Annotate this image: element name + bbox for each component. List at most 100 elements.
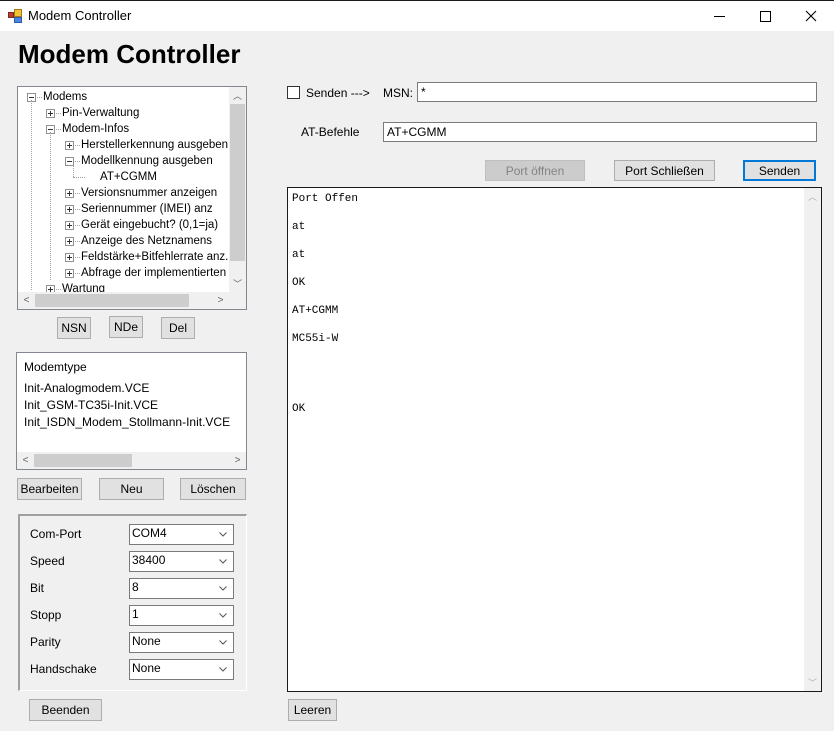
modemtype-list[interactable]: Modemtype Init-Analogmodem.VCE Init_GSM-… (16, 352, 247, 470)
tree-node-label: Abfrage der implementierten Fe (81, 267, 229, 279)
list-item[interactable]: Init_ISDN_Modem_Stollmann-Init.VCE (24, 415, 230, 429)
dropdown-value: None (132, 661, 161, 675)
port-setting-label: Com-Port (30, 527, 82, 541)
maximize-button[interactable] (742, 1, 788, 31)
output-line: OK (292, 277, 306, 289)
expand-icon[interactable] (65, 237, 74, 246)
tree-connector (75, 193, 80, 194)
window-title: Modem Controller (28, 8, 132, 23)
app-window-icon (8, 9, 22, 23)
scroll-left-icon[interactable]: < (18, 292, 35, 309)
send-checkbox[interactable] (287, 86, 300, 99)
new-button[interactable]: Neu (99, 478, 164, 500)
modem-command-tree[interactable]: Modems Pin-Verwaltung Modem-Infos Herstelle… (17, 86, 247, 310)
tree-node-label: Pin-Verwaltung (62, 107, 140, 119)
tree-vertical-scrollbar[interactable]: ︿ ﹀ (229, 87, 246, 292)
main-window: Modem Controller Modem Controller Modems… (0, 0, 834, 731)
list-item[interactable]: Init_GSM-TC35i-Init.VCE (24, 398, 158, 412)
at-command-input[interactable] (383, 122, 817, 142)
send-button[interactable]: Senden (743, 160, 816, 181)
output-line: at (292, 249, 306, 261)
tree-content: Modems Pin-Verwaltung Modem-Infos Herstelle… (18, 87, 229, 293)
dropdown-value: None (132, 634, 161, 648)
nsn-button[interactable]: NSN (57, 317, 91, 339)
scroll-up-icon[interactable]: ︿ (804, 188, 821, 205)
list-item[interactable]: Init-Analogmodem.VCE (24, 381, 149, 395)
nde-button[interactable]: NDe (109, 316, 143, 338)
tree-connector (75, 241, 80, 242)
at-commands-label: AT-Befehle (301, 125, 360, 139)
clear-button[interactable]: Leeren (288, 699, 337, 721)
dropdown-value: COM4 (132, 526, 167, 540)
output-textarea[interactable]: Port Offen at at OK AT+CGMM MC55i-W OK ︿ ﹀ (287, 187, 822, 692)
port-settings-group: Com-Port COM4 Speed 38400 Bit 8 Stopp 1 Parity No… (18, 514, 247, 691)
tree-horizontal-scrollbar[interactable]: < > (18, 292, 229, 309)
port-setting-dropdown[interactable]: None (129, 659, 234, 680)
tree-node-label: Modellkennung ausgeben (81, 155, 213, 167)
chevron-down-icon (219, 640, 227, 645)
scroll-right-icon[interactable]: > (212, 292, 229, 309)
tree-connector (75, 257, 80, 258)
expand-icon[interactable] (65, 253, 74, 262)
del-button[interactable]: Del (161, 317, 195, 339)
open-port-button[interactable]: Port öffnen (485, 160, 585, 181)
scroll-right-icon[interactable]: > (229, 452, 246, 469)
page-title: Modem Controller (18, 39, 241, 69)
expand-icon[interactable] (65, 269, 74, 278)
port-setting-dropdown[interactable]: 8 (129, 578, 234, 599)
scroll-left-icon[interactable]: < (17, 452, 34, 469)
list-header: Modemtype (24, 360, 87, 374)
tree-connector (75, 273, 80, 274)
scroll-thumb[interactable] (35, 294, 189, 307)
expand-icon[interactable] (65, 205, 74, 214)
port-setting-dropdown[interactable]: 38400 (129, 551, 234, 572)
tree-connector (37, 97, 42, 98)
list-horizontal-scrollbar[interactable]: < > (17, 452, 246, 469)
minimize-button[interactable] (696, 1, 742, 31)
chevron-down-icon (219, 559, 227, 564)
output-vertical-scrollbar[interactable]: ︿ ﹀ (804, 188, 821, 691)
scroll-down-icon[interactable]: ﹀ (229, 275, 246, 292)
close-button[interactable] (788, 1, 834, 31)
tree-connector (73, 177, 85, 178)
port-setting-dropdown[interactable]: COM4 (129, 524, 234, 545)
tree-node-label: Versionsnummer anzeigen (81, 187, 218, 199)
delete-button[interactable]: Löschen (180, 478, 246, 500)
close-icon (805, 10, 817, 22)
port-setting-label: Bit (30, 581, 45, 595)
tree-node-label: Seriennummer (IMEI) anz (81, 203, 213, 215)
msn-input[interactable] (417, 82, 817, 102)
port-setting-label: Speed (30, 554, 65, 568)
tree-guide-line (50, 132, 51, 280)
tree-connector (75, 161, 80, 162)
expand-icon[interactable] (65, 141, 74, 150)
expand-icon[interactable] (65, 221, 74, 230)
port-setting-dropdown[interactable]: None (129, 632, 234, 653)
tree-connector (75, 209, 80, 210)
close-port-button[interactable]: Port Schließen (614, 160, 715, 181)
expand-icon[interactable] (65, 189, 74, 198)
expand-icon[interactable] (46, 109, 55, 118)
tree-node-label: Gerät eingebucht? (0,1=ja) (81, 219, 219, 231)
chevron-down-icon (219, 532, 227, 537)
scroll-down-icon[interactable]: ﹀ (804, 674, 821, 691)
minimize-icon (713, 15, 725, 17)
tree-connector (56, 129, 61, 130)
tree-connector (75, 145, 80, 146)
tree-node[interactable]: Modems (18, 89, 229, 105)
tree-node[interactable]: Pin-Verwaltung (18, 105, 229, 121)
dropdown-value: 38400 (132, 553, 166, 567)
port-setting-label: Stopp (30, 608, 62, 622)
tree-connector (56, 289, 61, 290)
dropdown-value: 1 (132, 607, 139, 621)
edit-button[interactable]: Bearbeiten (17, 478, 82, 500)
output-line: Port Offen (292, 193, 359, 205)
scroll-thumb[interactable] (230, 104, 245, 261)
tree-connector (56, 113, 61, 114)
tree-connector (75, 225, 80, 226)
tree-node-label: Feldstärke+Bitfehlerrate anz. (81, 251, 229, 263)
port-setting-dropdown[interactable]: 1 (129, 605, 234, 626)
scroll-up-icon[interactable]: ︿ (229, 87, 246, 104)
scroll-thumb[interactable] (34, 454, 132, 467)
exit-button[interactable]: Beenden (29, 699, 102, 721)
